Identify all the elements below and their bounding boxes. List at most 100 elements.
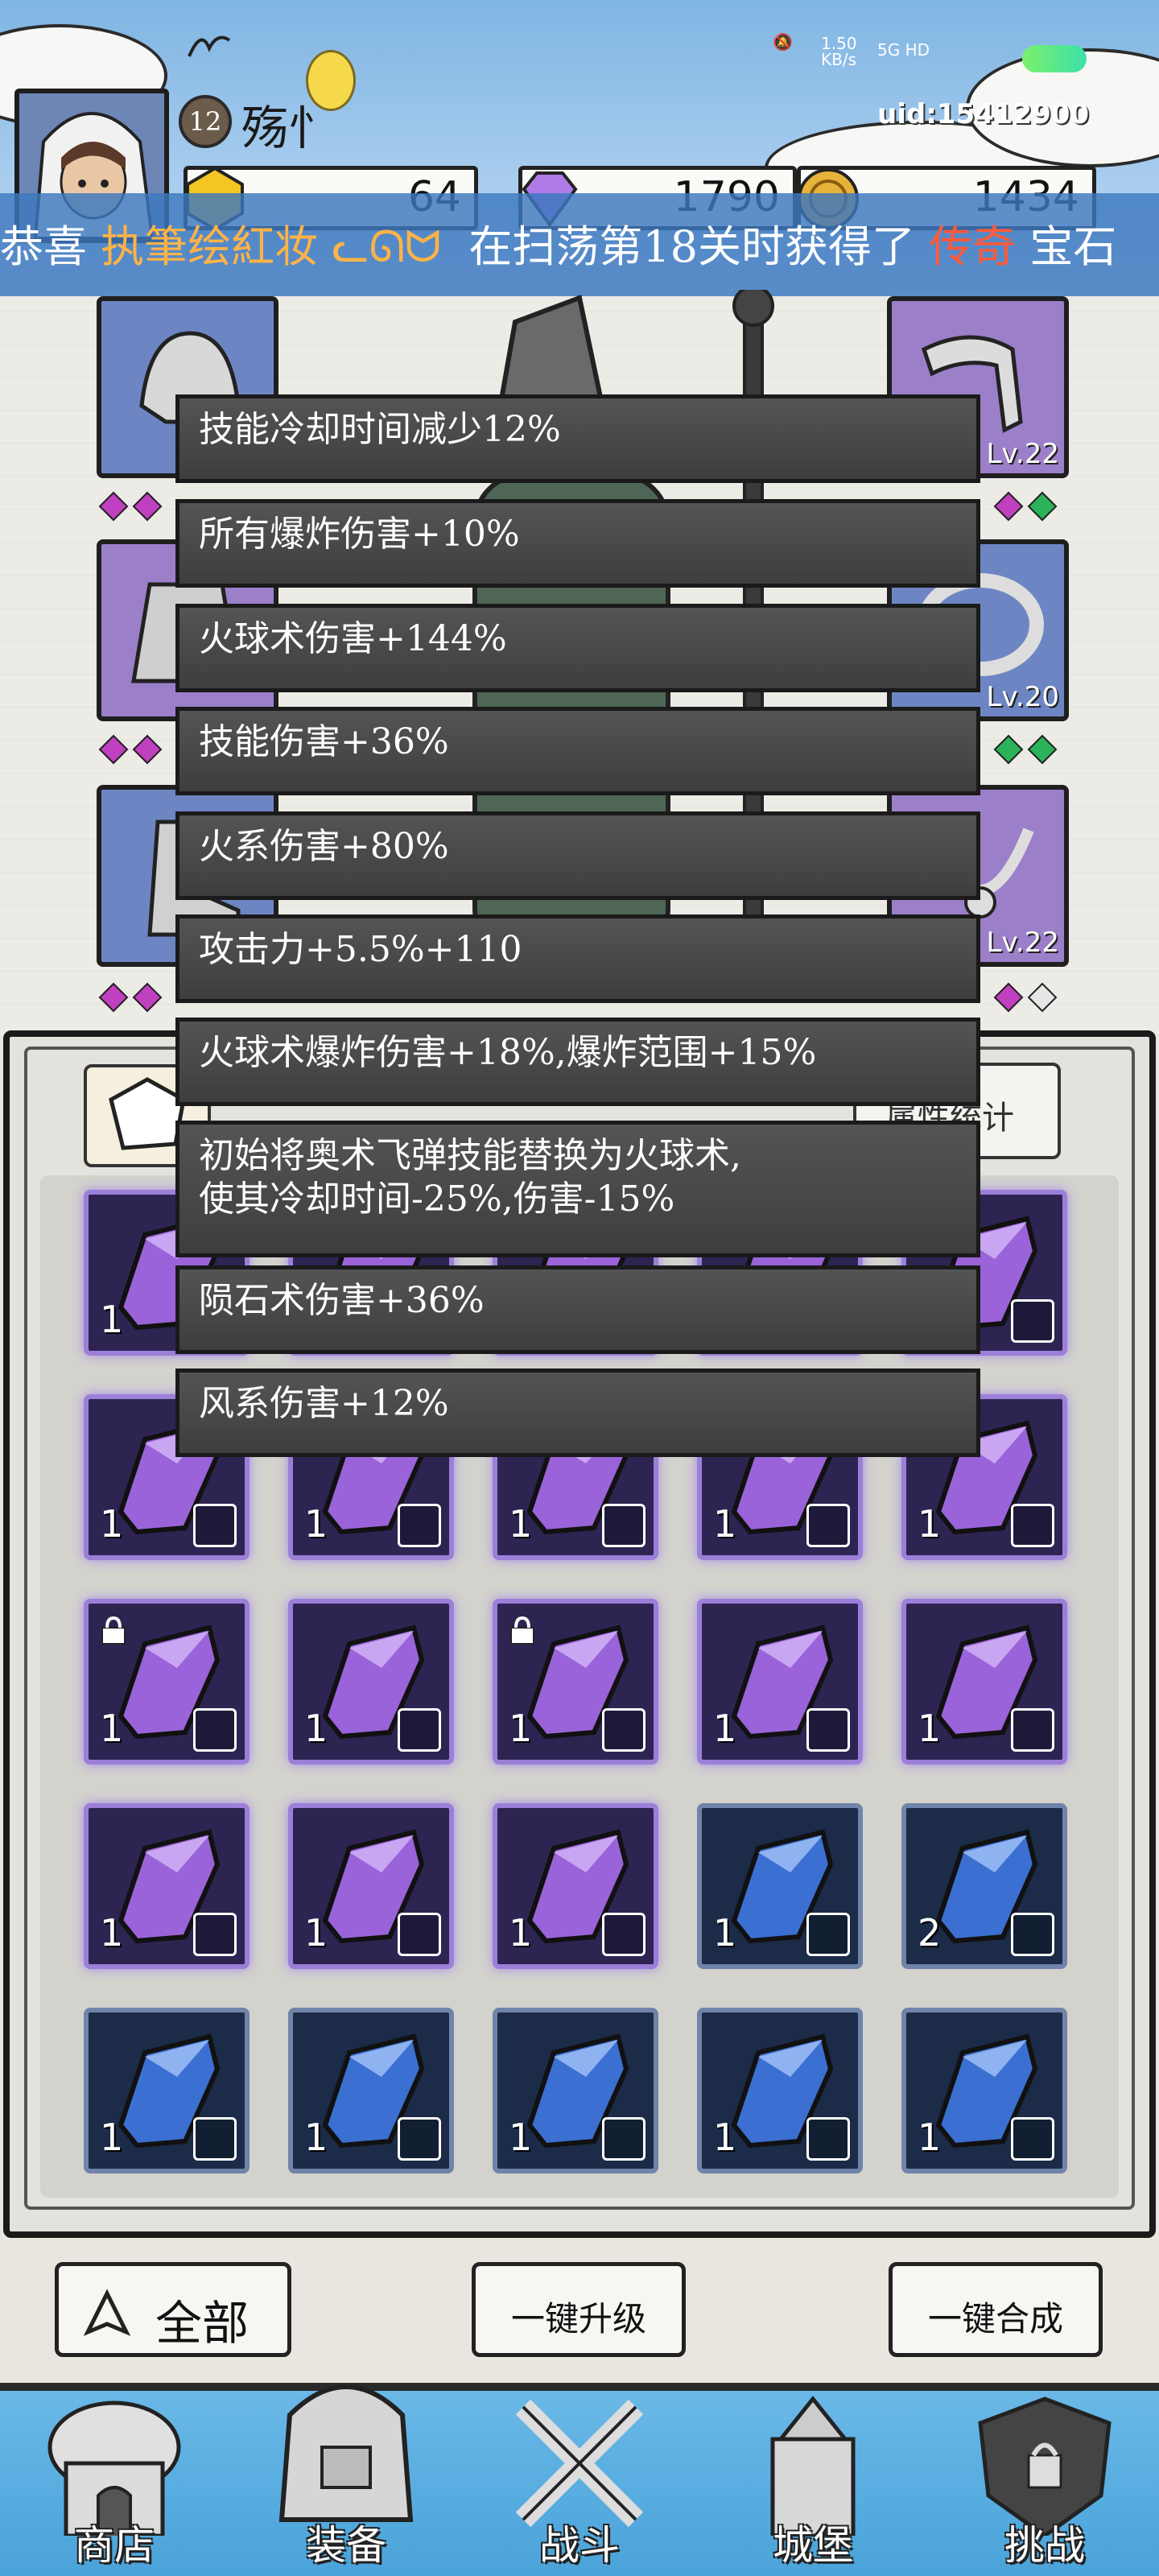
tooltip-text: 技能伤害+36% bbox=[199, 721, 449, 762]
equip-type-icon bbox=[806, 2117, 850, 2161]
gem-slot[interactable]: 1 bbox=[84, 2008, 250, 2174]
equip-type-icon bbox=[193, 1913, 237, 1956]
gem-slot[interactable]: 1 bbox=[901, 1599, 1067, 1765]
mute-icon: 🔕 bbox=[773, 32, 793, 52]
tooltip-text: 火系伤害+80% bbox=[199, 826, 449, 867]
tooltip-text: 技能冷却时间减少12% bbox=[199, 409, 561, 450]
marquee-player: 执筆绘紅妆 bbox=[101, 221, 319, 272]
gem-slot[interactable]: 1 bbox=[697, 1599, 863, 1765]
equip-type-icon bbox=[193, 2117, 237, 2161]
tooltip-text: 风系伤害+12% bbox=[199, 1383, 449, 1424]
nav-challenge[interactable]: 挑战 bbox=[940, 2383, 1149, 2576]
equip-type-icon bbox=[398, 2117, 441, 2161]
filter-all-label: 全部 bbox=[155, 2296, 250, 2351]
upgrade-all-button[interactable]: 一键升级 bbox=[472, 2262, 686, 2357]
nav-battle[interactable]: 战斗 bbox=[475, 2383, 684, 2576]
tooltip-text: 使其冷却时间-25%,伤害-15% bbox=[199, 1179, 675, 1220]
nav-equipment[interactable]: 装备 bbox=[241, 2359, 451, 2576]
gem-count: 1 bbox=[509, 2116, 533, 2159]
gem-slot[interactable]: 1 bbox=[697, 2008, 863, 2174]
gem-count: 1 bbox=[713, 1911, 737, 1955]
nav-shop[interactable]: 商店 bbox=[10, 2383, 219, 2576]
triangle-filter-icon bbox=[83, 2289, 131, 2336]
tooltip-row: 所有爆炸伤害+10% bbox=[175, 499, 980, 588]
gem-slot[interactable]: 1 bbox=[288, 2008, 454, 2174]
equip-type-icon bbox=[193, 1504, 237, 1547]
tooltip-row: 攻击力+5.5%+110 bbox=[175, 914, 980, 1003]
equip-type-icon bbox=[398, 1504, 441, 1547]
gem-count: 1 bbox=[304, 1911, 328, 1955]
nav-label: 商店 bbox=[74, 2522, 155, 2569]
gem-count: 1 bbox=[100, 1707, 124, 1750]
lock-icon bbox=[101, 1616, 126, 1645]
tooltip-row: 初始将奥术飞弹技能替换为火球术, 使其冷却时间-25%,伤害-15% bbox=[175, 1121, 980, 1257]
announcement-marquee: 恭喜 执筆绘紅妆 ᓚᘏᗢ 在扫荡第18关时获得了 传奇 宝石 bbox=[0, 193, 1159, 296]
nav-label: 挑战 bbox=[1004, 2522, 1085, 2569]
equip-type-icon bbox=[806, 1708, 850, 1752]
tooltip-row: 火球术爆炸伤害+18%,爆炸范围+15% bbox=[175, 1018, 980, 1106]
nav-castle[interactable]: 城堡 bbox=[708, 2383, 918, 2576]
equip-type-icon bbox=[193, 1708, 237, 1752]
gem-count: 1 bbox=[918, 1707, 942, 1750]
equip-level: Lv.22 bbox=[986, 438, 1060, 470]
marquee-rarity: 传奇 bbox=[929, 221, 1017, 272]
equip-type-icon bbox=[398, 1708, 441, 1752]
gem-count: 1 bbox=[713, 2116, 737, 2159]
marquee-suffix: 宝石 bbox=[1029, 221, 1117, 272]
equip-type-icon bbox=[602, 2117, 645, 2161]
equip-type-icon bbox=[806, 1504, 850, 1547]
equip-type-icon bbox=[602, 1504, 645, 1547]
merge-all-label: 一键合成 bbox=[927, 2299, 1063, 2339]
gem-count: 1 bbox=[713, 1707, 737, 1750]
gem-slot[interactable]: 1 bbox=[84, 1803, 250, 1969]
tooltip-row: 火系伤害+80% bbox=[175, 811, 980, 900]
gem-slot[interactable]: 1 bbox=[493, 2008, 658, 2174]
gem-slot[interactable]: 1 bbox=[493, 1803, 658, 1969]
gem-count: 1 bbox=[100, 2116, 124, 2159]
filter-all-button[interactable]: 全部 bbox=[55, 2262, 291, 2357]
tooltip-text: 初始将奥术飞弹技能替换为火球术, bbox=[199, 1135, 741, 1176]
gem-slot[interactable]: 1 bbox=[697, 1803, 863, 1969]
tooltip-row: 风系伤害+12% bbox=[175, 1368, 980, 1457]
tooltip-text: 陨石术伤害+36% bbox=[199, 1280, 485, 1321]
marquee-player-emote: ᓚᘏᗢ bbox=[332, 221, 441, 272]
tooltip-text: 攻击力+5.5%+110 bbox=[199, 929, 522, 970]
upgrade-all-label: 一键升级 bbox=[510, 2299, 646, 2339]
equip-level: Lv.20 bbox=[986, 681, 1060, 713]
gem-count: 1 bbox=[304, 1707, 328, 1750]
equip-type-icon bbox=[1011, 1913, 1054, 1956]
tooltip-row: 火球术伤害+144% bbox=[175, 604, 980, 692]
announcement-text: 恭喜 执筆绘紅妆 ᓚᘏᗢ 在扫荡第18关时获得了 传奇 宝石 bbox=[0, 211, 1116, 275]
gem-slot[interactable]: 2 bbox=[901, 1803, 1067, 1969]
gem-slot[interactable]: 1 bbox=[288, 1803, 454, 1969]
gem-count: 1 bbox=[918, 1502, 942, 1546]
equip-type-icon bbox=[398, 1913, 441, 1956]
nav-label: 战斗 bbox=[539, 2522, 620, 2569]
merge-all-button[interactable]: 一键合成 bbox=[889, 2262, 1103, 2357]
bird-icon bbox=[188, 35, 231, 57]
gem-slot[interactable]: 1 bbox=[84, 1599, 250, 1765]
gem-slot[interactable]: 1 bbox=[901, 2008, 1067, 2174]
equip-type-icon bbox=[806, 1913, 850, 1956]
tooltip-text: 火球术爆炸伤害+18%,爆炸范围+15% bbox=[199, 1032, 817, 1073]
tooltip-row: 技能伤害+36% bbox=[175, 707, 980, 795]
gem-slot[interactable]: 1 bbox=[493, 1599, 658, 1765]
gem-slot[interactable]: 1 bbox=[288, 1599, 454, 1765]
gem-count: 1 bbox=[304, 2116, 328, 2159]
tooltip-row: 技能冷却时间减少12% bbox=[175, 394, 980, 483]
gem-count: 1 bbox=[100, 1502, 124, 1546]
lock-icon bbox=[510, 1616, 534, 1645]
gem-count: 1 bbox=[509, 1911, 533, 1955]
nav-label: 装备 bbox=[306, 2522, 386, 2569]
gem-count: 1 bbox=[304, 1502, 328, 1546]
equip-type-icon bbox=[1011, 1504, 1054, 1547]
equip-type-icon bbox=[602, 1708, 645, 1752]
equip-level: Lv.22 bbox=[986, 927, 1060, 959]
battery-icon bbox=[1022, 45, 1087, 72]
network-speed: 1.50 KB/s bbox=[821, 34, 857, 69]
marquee-prefix: 恭喜 bbox=[0, 221, 87, 272]
gem-count: 2 bbox=[918, 1911, 942, 1955]
gem-count: 1 bbox=[509, 1707, 533, 1750]
equip-type-icon bbox=[1011, 1299, 1054, 1343]
gem-count: 1 bbox=[509, 1502, 533, 1546]
